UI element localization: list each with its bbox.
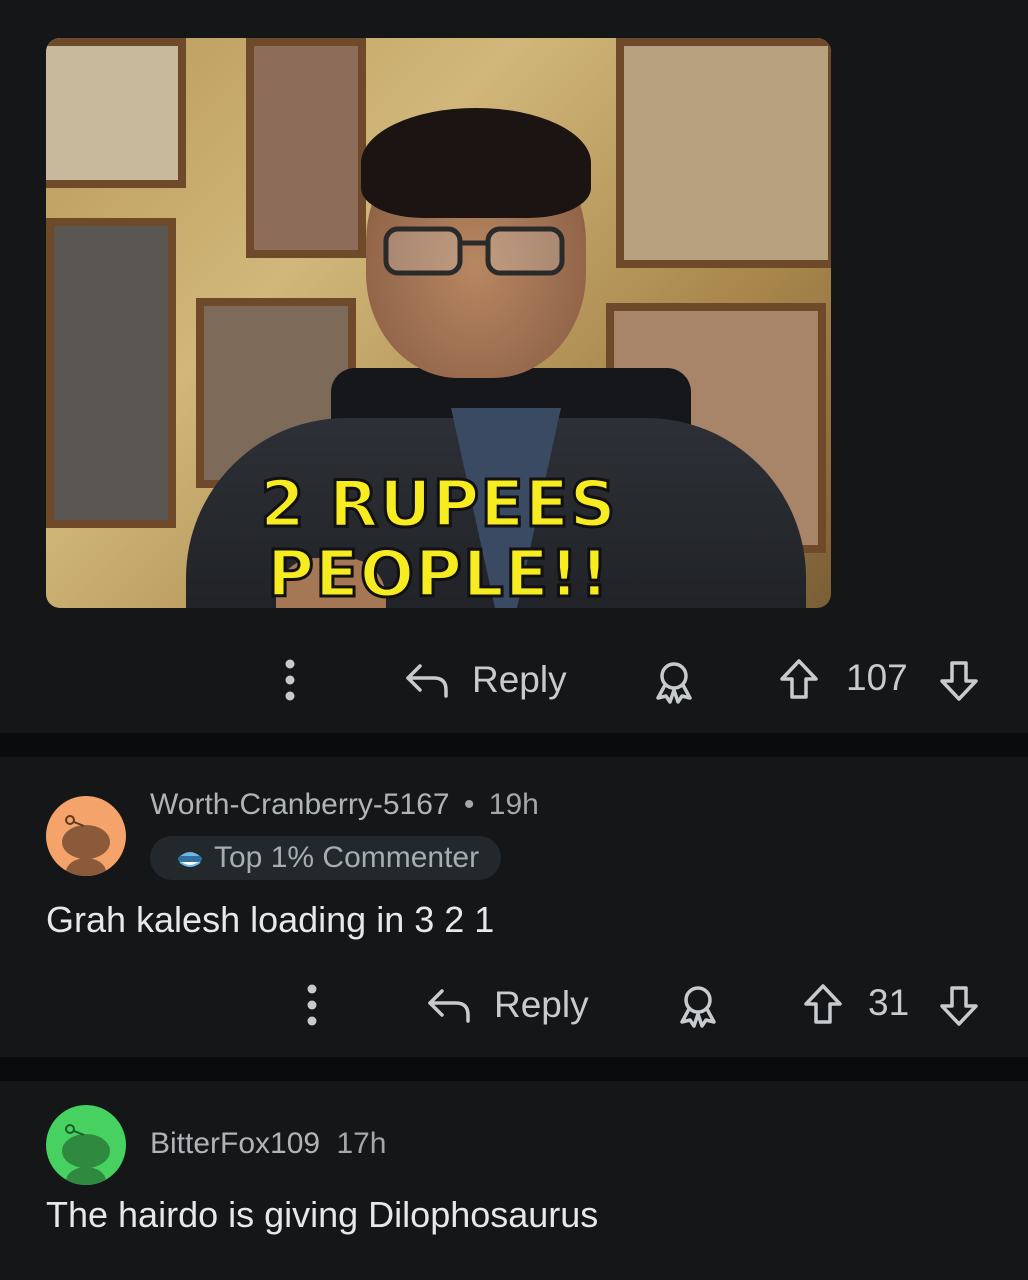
downvote-button[interactable] <box>938 659 980 703</box>
upvote-icon <box>804 984 842 1024</box>
downvote-button[interactable] <box>938 984 980 1028</box>
award-button[interactable] <box>676 984 720 1028</box>
award-button[interactable] <box>652 660 696 704</box>
username-link[interactable]: BitterFox109 <box>150 1127 320 1160</box>
more-options-button[interactable] <box>276 655 304 705</box>
commenter-badge-icon <box>178 852 202 867</box>
reply-label: Reply <box>494 984 589 1025</box>
glasses <box>383 226 565 276</box>
username-link[interactable]: Worth-Cranberry-5167 <box>150 788 450 821</box>
downvote-icon <box>940 661 978 701</box>
meme-caption-line2: PEOPLE!! <box>266 538 611 609</box>
reply-button[interactable]: Reply <box>404 655 567 705</box>
wall-frame <box>246 38 366 258</box>
divider <box>0 733 1028 757</box>
hair <box>361 108 591 218</box>
avatar[interactable] <box>46 796 126 876</box>
upvote-button[interactable] <box>778 657 820 701</box>
comment-bitterfox <box>0 1081 1028 1280</box>
award-icon <box>656 662 692 704</box>
wall-frame <box>616 38 831 268</box>
comment-meta: BitterFox109 17h <box>150 1127 387 1161</box>
award-icon <box>680 986 716 1028</box>
comment-text: Grah kalesh loading in 3 2 1 <box>46 899 495 940</box>
snoo-avatar-icon <box>62 815 110 876</box>
reply-label: Reply <box>472 659 567 700</box>
comment-age: 19h <box>488 788 539 821</box>
more-vertical-icon <box>307 984 317 1026</box>
upvote-button[interactable] <box>802 982 844 1026</box>
commenter-badge[interactable]: Top 1% Commenter <box>150 836 502 880</box>
badge-label: Top 1% Commenter <box>214 841 480 874</box>
meta-separator: • <box>463 788 475 821</box>
divider <box>0 1057 1028 1081</box>
avatar[interactable] <box>46 1105 126 1185</box>
more-vertical-icon <box>285 659 295 701</box>
meme-caption-line1: 2 RUPEES <box>259 468 618 542</box>
comment-text: The hairdo is giving Dilophosaurus <box>46 1194 599 1235</box>
wall-frame <box>46 38 186 188</box>
vote-score: 31 <box>868 982 910 1023</box>
comment-meta: Worth-Cranberry-5167 • 19h <box>150 788 539 822</box>
meme-image[interactable]: 2 RUPEES PEOPLE!! <box>46 38 831 608</box>
reply-button[interactable]: Reply <box>426 980 589 1030</box>
reply-arrow-icon <box>428 989 470 1023</box>
more-options-button[interactable] <box>298 980 326 1030</box>
downvote-icon <box>940 986 978 1026</box>
snoo-avatar-icon <box>62 1124 110 1185</box>
vote-score: 107 <box>846 657 908 698</box>
upvote-icon <box>780 659 818 699</box>
reply-arrow-icon <box>406 664 448 698</box>
comment-age: 17h <box>336 1127 387 1160</box>
